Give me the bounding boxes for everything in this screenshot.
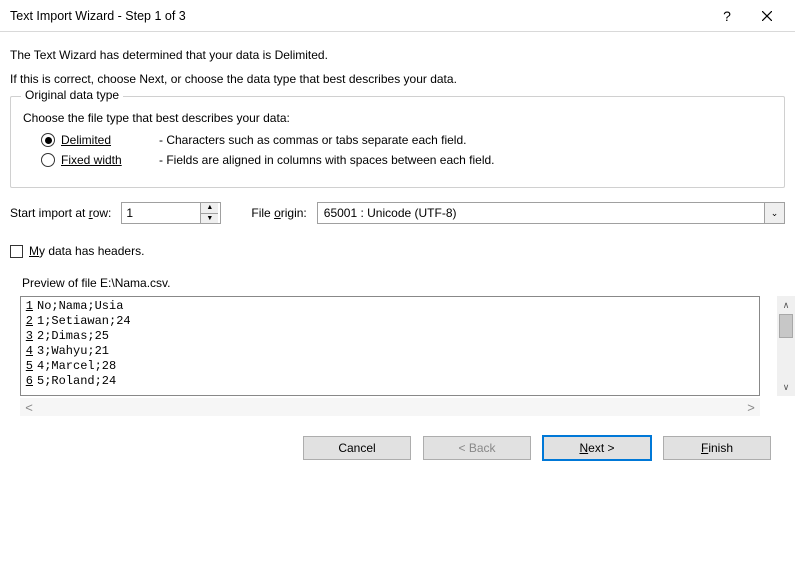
headers-label: My data has headers. [29,244,144,258]
preview-label: Preview of file E:\Nama.csv. [22,276,785,290]
preview-line-text: 5;Roland;24 [35,374,116,389]
radio-delimited-indicator [41,133,55,147]
scroll-down-arrow[interactable]: ∨ [777,378,795,396]
radio-delimited[interactable]: Delimited - Characters such as commas or… [41,133,772,147]
preview-line: 65;Roland;24 [21,374,759,389]
file-origin-select[interactable]: 65001 : Unicode (UTF-8) ⌄ [317,202,785,224]
start-row-spinner[interactable]: ▲ ▼ [121,202,221,224]
close-icon [762,11,772,21]
preview-line: 32;Dimas;25 [21,329,759,344]
preview-line: 1No;Nama;Usia [21,299,759,314]
preview-line-text: 3;Wahyu;21 [35,344,109,359]
dialog-buttons: Cancel < Back Next > Finish [10,416,785,460]
preview-line-number: 4 [21,344,35,359]
preview-area: 1No;Nama;Usia21;Setiawan;2432;Dimas;2543… [20,296,775,396]
preview-horizontal-scrollbar[interactable]: < > [20,398,760,416]
scroll-left-arrow[interactable]: < [20,400,38,415]
cancel-button[interactable]: Cancel [303,436,411,460]
preview-line: 43;Wahyu;21 [21,344,759,359]
preview-line-text: 1;Setiawan;24 [35,314,131,329]
next-button[interactable]: Next > [543,436,651,460]
titlebar: Text Import Wizard - Step 1 of 3 ? [0,0,795,32]
scroll-up-arrow[interactable]: ∧ [777,296,795,314]
radio-fixed-width-desc: - Fields are aligned in columns with spa… [159,153,495,167]
preview-line-text: No;Nama;Usia [35,299,123,314]
help-button[interactable]: ? [707,0,747,32]
spinner-down[interactable]: ▼ [201,214,218,224]
preview-line-text: 2;Dimas;25 [35,329,109,344]
dialog-content: The Text Wizard has determined that your… [0,32,795,460]
file-origin-value: 65001 : Unicode (UTF-8) [318,203,764,223]
start-row-label: Start import at row: [10,206,111,220]
preview-line: 54;Marcel;28 [21,359,759,374]
chevron-down-icon[interactable]: ⌄ [764,203,784,223]
preview-line-text: 4;Marcel;28 [35,359,116,374]
headers-checkbox-row[interactable]: My data has headers. [10,244,785,258]
radio-fixed-width-label: Fixed width [61,153,141,167]
back-button[interactable]: < Back [423,436,531,460]
close-button[interactable] [747,0,787,32]
headers-checkbox[interactable] [10,245,23,258]
window-title: Text Import Wizard - Step 1 of 3 [10,9,707,23]
intro-line-2: If this is correct, choose Next, or choo… [10,72,785,86]
spinner-up[interactable]: ▲ [201,203,218,214]
import-options-row: Start import at row: ▲ ▼ File origin: 65… [10,202,785,224]
preview-line-number: 5 [21,359,35,374]
scroll-thumb[interactable] [779,314,793,338]
preview-line-number: 1 [21,299,35,314]
preview-box: 1No;Nama;Usia21;Setiawan;2432;Dimas;2543… [20,296,760,396]
original-data-type-group: Original data type Choose the file type … [10,96,785,188]
scroll-right-arrow[interactable]: > [742,400,760,415]
start-row-input[interactable] [122,203,200,223]
radio-delimited-desc: - Characters such as commas or tabs sepa… [159,133,466,147]
preview-vertical-scrollbar[interactable]: ∧ ∨ [777,296,795,396]
file-origin-label: File origin: [251,206,306,220]
group-legend: Original data type [21,88,123,102]
preview-line-number: 2 [21,314,35,329]
finish-button[interactable]: Finish [663,436,771,460]
preview-line: 21;Setiawan;24 [21,314,759,329]
spinner-buttons: ▲ ▼ [200,203,218,223]
preview-line-number: 3 [21,329,35,344]
radio-delimited-label: Delimited [61,133,141,147]
radio-fixed-width[interactable]: Fixed width - Fields are aligned in colu… [41,153,772,167]
choose-file-type-label: Choose the file type that best describes… [23,111,772,125]
preview-line-number: 6 [21,374,35,389]
radio-fixed-width-indicator [41,153,55,167]
intro-line-1: The Text Wizard has determined that your… [10,48,785,62]
